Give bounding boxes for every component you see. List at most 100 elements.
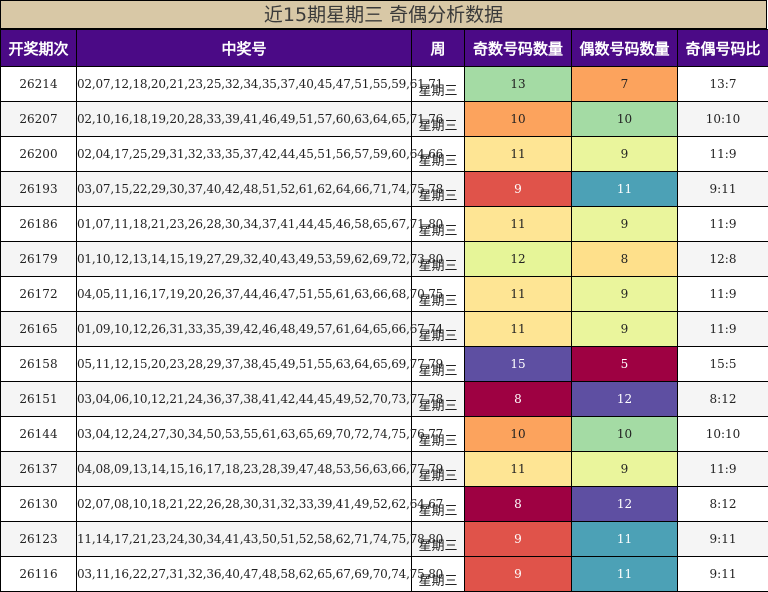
ratio-cell: 11:9: [678, 207, 768, 242]
week-cell: 星期三: [412, 207, 465, 242]
ratio-cell: 9:11: [678, 172, 768, 207]
issue-cell: 26214: [1, 67, 77, 102]
issue-cell: 26137: [1, 452, 77, 487]
table-row: 2616501,09,10,12,26,31,33,35,39,42,46,48…: [1, 312, 768, 347]
table-row: 2615103,04,06,10,12,21,24,36,37,38,41,42…: [1, 382, 768, 417]
issue-cell: 26165: [1, 312, 77, 347]
odd-count-cell: 10: [465, 102, 572, 137]
odd-count-cell: 11: [465, 452, 572, 487]
week-cell: 星期三: [412, 102, 465, 137]
odd-even-table: 开奖期次 中奖号 周 奇数号码数量 偶数号码数量 奇偶号码比 2621402,0…: [0, 29, 768, 592]
ratio-cell: 11:9: [678, 137, 768, 172]
even-count-cell: 9: [572, 277, 678, 312]
numbers-cell: 03,04,12,24,27,30,34,50,53,55,61,63,65,6…: [77, 417, 412, 452]
week-cell: 星期三: [412, 417, 465, 452]
numbers-cell: 02,10,16,18,19,20,28,33,39,41,46,49,51,5…: [77, 102, 412, 137]
week-cell: 星期三: [412, 242, 465, 277]
even-count-cell: 7: [572, 67, 678, 102]
issue-cell: 26207: [1, 102, 77, 137]
odd-count-cell: 8: [465, 382, 572, 417]
table-row: 2615805,11,12,15,20,23,28,29,37,38,45,49…: [1, 347, 768, 382]
numbers-cell: 03,07,15,22,29,30,37,40,42,48,51,52,61,6…: [77, 172, 412, 207]
ratio-cell: 8:12: [678, 382, 768, 417]
ratio-cell: 11:9: [678, 312, 768, 347]
even-count-cell: 9: [572, 137, 678, 172]
header-week: 周: [412, 30, 465, 67]
header-issue: 开奖期次: [1, 30, 77, 67]
odd-count-cell: 9: [465, 522, 572, 557]
odd-count-cell: 11: [465, 312, 572, 347]
ratio-cell: 10:10: [678, 102, 768, 137]
numbers-cell: 01,10,12,13,14,15,19,27,29,32,40,43,49,5…: [77, 242, 412, 277]
ratio-cell: 11:9: [678, 452, 768, 487]
numbers-cell: 05,11,12,15,20,23,28,29,37,38,45,49,51,5…: [77, 347, 412, 382]
issue-cell: 26186: [1, 207, 77, 242]
page-title: 近15期星期三 奇偶分析数据: [0, 0, 767, 29]
even-count-cell: 9: [572, 312, 678, 347]
table-row: 2617901,10,12,13,14,15,19,27,29,32,40,43…: [1, 242, 768, 277]
table-row: 2613704,08,09,13,14,15,16,17,18,23,28,39…: [1, 452, 768, 487]
header-numbers: 中奖号: [77, 30, 412, 67]
odd-count-cell: 11: [465, 137, 572, 172]
issue-cell: 26172: [1, 277, 77, 312]
ratio-cell: 8:12: [678, 487, 768, 522]
ratio-cell: 13:7: [678, 67, 768, 102]
week-cell: 星期三: [412, 347, 465, 382]
week-cell: 星期三: [412, 382, 465, 417]
even-count-cell: 12: [572, 382, 678, 417]
odd-count-cell: 11: [465, 207, 572, 242]
issue-cell: 26200: [1, 137, 77, 172]
table-row: 2619303,07,15,22,29,30,37,40,42,48,51,52…: [1, 172, 768, 207]
week-cell: 星期三: [412, 277, 465, 312]
week-cell: 星期三: [412, 67, 465, 102]
week-cell: 星期三: [412, 172, 465, 207]
numbers-cell: 03,04,06,10,12,21,24,36,37,38,41,42,44,4…: [77, 382, 412, 417]
issue-cell: 26144: [1, 417, 77, 452]
numbers-cell: 04,08,09,13,14,15,16,17,18,23,28,39,47,4…: [77, 452, 412, 487]
even-count-cell: 10: [572, 417, 678, 452]
week-cell: 星期三: [412, 487, 465, 522]
table-row: 2621402,07,12,18,20,21,23,25,32,34,35,37…: [1, 67, 768, 102]
even-count-cell: 11: [572, 522, 678, 557]
even-count-cell: 9: [572, 207, 678, 242]
issue-cell: 26193: [1, 172, 77, 207]
issue-cell: 26130: [1, 487, 77, 522]
numbers-cell: 02,07,12,18,20,21,23,25,32,34,35,37,40,4…: [77, 67, 412, 102]
week-cell: 星期三: [412, 137, 465, 172]
numbers-cell: 01,09,10,12,26,31,33,35,39,42,46,48,49,5…: [77, 312, 412, 347]
odd-count-cell: 11: [465, 277, 572, 312]
even-count-cell: 11: [572, 172, 678, 207]
even-count-cell: 5: [572, 347, 678, 382]
ratio-cell: 12:8: [678, 242, 768, 277]
week-cell: 星期三: [412, 452, 465, 487]
ratio-cell: 10:10: [678, 417, 768, 452]
header-odd-count: 奇数号码数量: [465, 30, 572, 67]
odd-count-cell: 13: [465, 67, 572, 102]
numbers-cell: 04,05,11,16,17,19,20,26,37,44,46,47,51,5…: [77, 277, 412, 312]
odd-count-cell: 10: [465, 417, 572, 452]
issue-cell: 26158: [1, 347, 77, 382]
table-row: 2612311,14,17,21,23,24,30,34,41,43,50,51…: [1, 522, 768, 557]
numbers-cell: 02,04,17,25,29,31,32,33,35,37,42,44,45,5…: [77, 137, 412, 172]
week-cell: 星期三: [412, 312, 465, 347]
odd-count-cell: 8: [465, 487, 572, 522]
table-row: 2613002,07,08,10,18,21,22,26,28,30,31,32…: [1, 487, 768, 522]
header-even-count: 偶数号码数量: [572, 30, 678, 67]
issue-cell: 26151: [1, 382, 77, 417]
issue-cell: 26123: [1, 522, 77, 557]
table-row: 2618601,07,11,18,21,23,26,28,30,34,37,41…: [1, 207, 768, 242]
numbers-cell: 01,07,11,18,21,23,26,28,30,34,37,41,44,4…: [77, 207, 412, 242]
odd-count-cell: 9: [465, 172, 572, 207]
even-count-cell: 9: [572, 452, 678, 487]
even-count-cell: 12: [572, 487, 678, 522]
header-row: 开奖期次 中奖号 周 奇数号码数量 偶数号码数量 奇偶号码比: [1, 30, 768, 67]
header-ratio: 奇偶号码比: [678, 30, 768, 67]
even-count-cell: 10: [572, 102, 678, 137]
odd-count-cell: 12: [465, 242, 572, 277]
odd-count-cell: 15: [465, 347, 572, 382]
ratio-cell: 15:5: [678, 347, 768, 382]
week-cell: 星期三: [412, 522, 465, 557]
table-body: 2621402,07,12,18,20,21,23,25,32,34,35,37…: [1, 67, 768, 592]
ratio-cell: 11:9: [678, 277, 768, 312]
table-row: 2620002,04,17,25,29,31,32,33,35,37,42,44…: [1, 137, 768, 172]
